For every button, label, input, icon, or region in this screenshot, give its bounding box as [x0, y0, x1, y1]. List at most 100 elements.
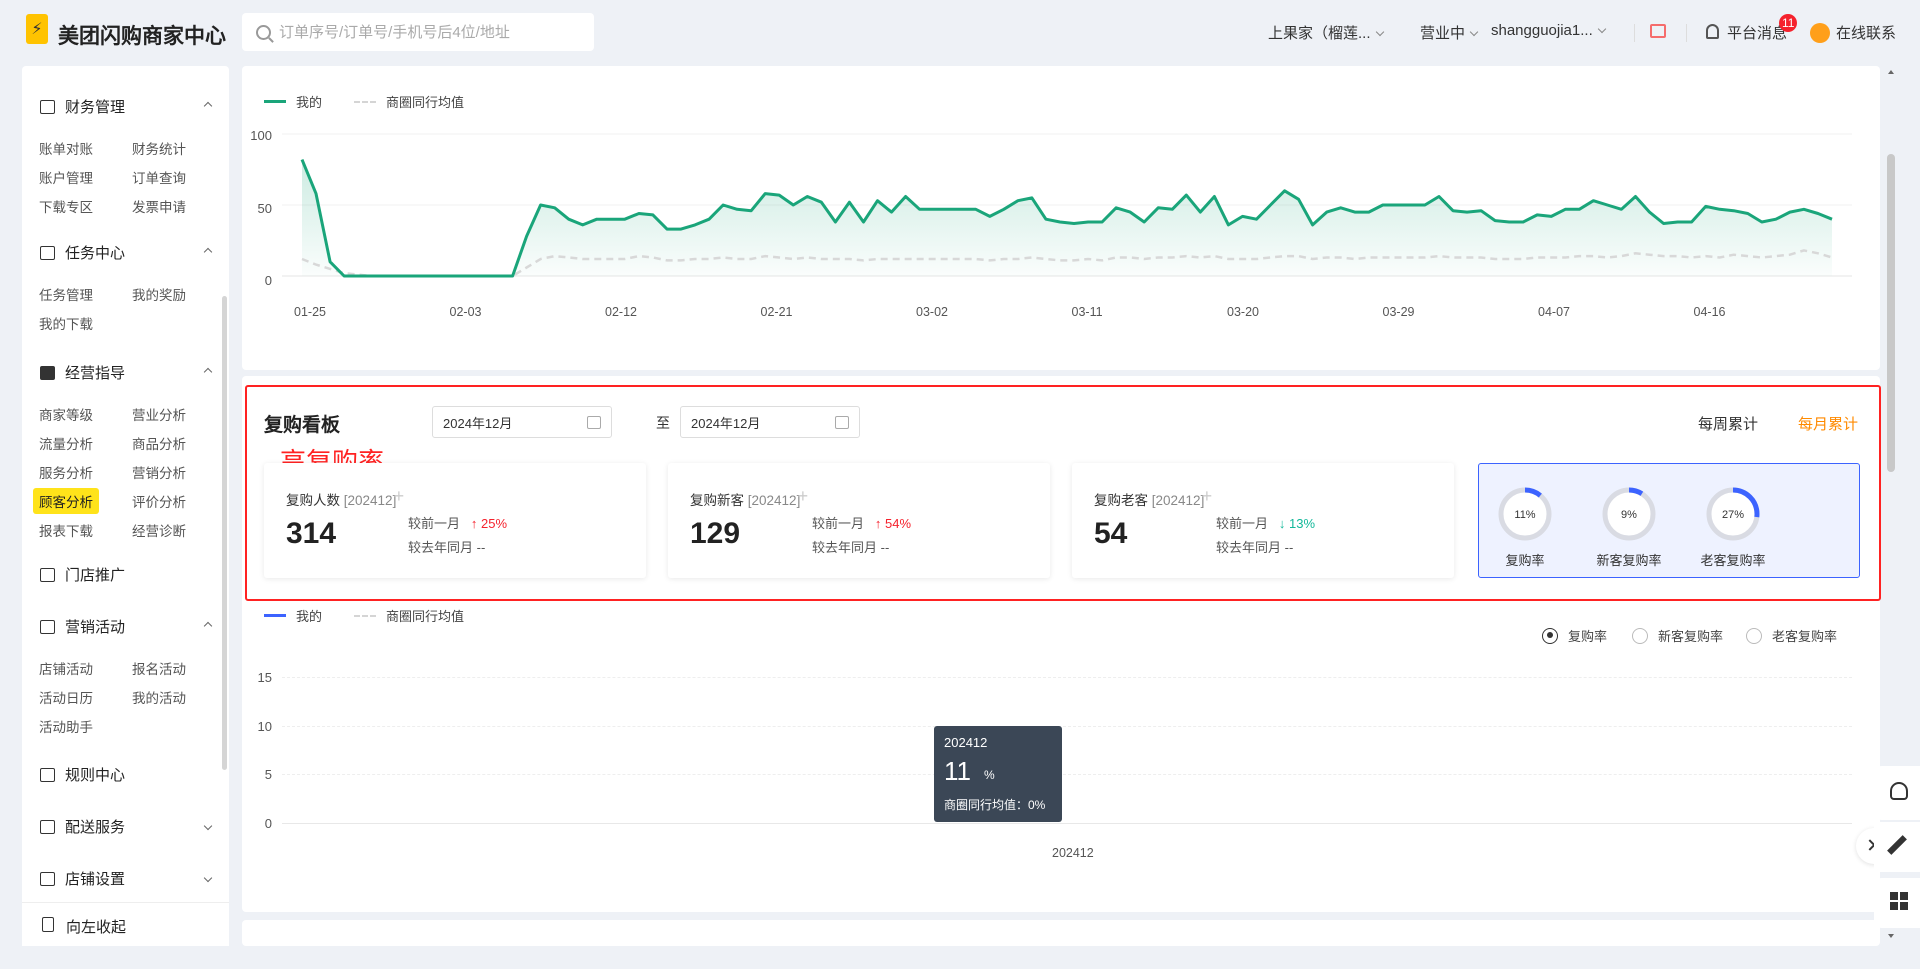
task-icon: [40, 245, 55, 260]
scroll-up-icon[interactable]: [1888, 70, 1894, 74]
sidebar-link[interactable]: 活动助手: [39, 716, 93, 736]
sidebar-link[interactable]: 我的活动: [132, 687, 186, 707]
sidebar-section-5[interactable]: 规则中心: [40, 764, 125, 785]
sidebar-link[interactable]: 财务统计: [132, 138, 186, 158]
next-panel: [242, 920, 1880, 946]
sidebar-link[interactable]: 账单对账: [39, 138, 93, 158]
sidebar-section-title: 任务中心: [65, 245, 126, 262]
y-tick: 10: [257, 719, 272, 734]
tooltip-unit: %: [984, 768, 995, 782]
account-selector[interactable]: shangguojia1...: [1491, 22, 1606, 39]
y-tick: 100: [250, 128, 272, 143]
grid-icon: [1900, 892, 1908, 900]
sidebar-link[interactable]: 评价分析: [132, 491, 186, 511]
message-count-badge: 11: [1779, 14, 1798, 32]
radio-dot[interactable]: [1746, 627, 1762, 644]
store-selector[interactable]: 上果家（榴莲...: [1268, 22, 1384, 43]
y-tick: 15: [257, 670, 272, 685]
sidebar-link[interactable]: 店铺活动: [39, 658, 93, 678]
chevron-down-icon: [1469, 27, 1479, 37]
sidebar-scrollbar[interactable]: [222, 296, 227, 770]
sidebar-section-1[interactable]: 任务中心: [40, 242, 125, 263]
sidebar-section-title: 配送服务: [65, 819, 126, 836]
chevron-up-icon[interactable]: [203, 621, 213, 631]
highlight-frame: [245, 385, 1881, 601]
top-trend-panel: 我的 商圈同行均值 100 50 0 01-25 02-03 02-12 02-21 0…: [242, 66, 1880, 370]
chevron-up-icon[interactable]: [203, 247, 213, 257]
sidebar-link[interactable]: 报表下载: [39, 520, 93, 540]
radio-repurchase-rate[interactable]: 复购率: [1542, 626, 1607, 645]
sidebar-link[interactable]: 经营诊断: [132, 520, 186, 540]
radio-dot[interactable]: [1632, 627, 1648, 644]
sidebar-section-7[interactable]: 店铺设置: [40, 868, 125, 889]
radio-new-customer-rate[interactable]: 新客复购率: [1632, 626, 1723, 645]
grid-icon: [1900, 902, 1908, 910]
chevron-up-icon[interactable]: [203, 367, 213, 377]
tooltip-value: 11: [944, 756, 971, 786]
sidebar-section-3[interactable]: 门店推广: [40, 564, 125, 585]
chevron-down-icon[interactable]: [203, 873, 213, 883]
legend-swatch: [264, 614, 286, 617]
grid-line: [282, 677, 1852, 678]
legend-mine[interactable]: 我的: [264, 606, 322, 625]
legend-mine[interactable]: 我的: [264, 92, 322, 111]
tooltip-avg: 商圈同行均值：0%: [944, 798, 1046, 812]
sidebar-link[interactable]: 顾客分析: [33, 488, 99, 514]
sidebar-section-2[interactable]: 经营指导: [40, 362, 125, 383]
printer-icon[interactable]: [1650, 24, 1666, 38]
sidebar-link[interactable]: 报名活动: [132, 658, 186, 678]
sidebar-link[interactable]: 我的奖励: [132, 284, 186, 304]
x-tick: 04-07: [1538, 305, 1570, 319]
trend-line-chart[interactable]: [282, 126, 1852, 286]
grid-line: [282, 774, 1852, 775]
sidebar-link[interactable]: 下载专区: [39, 196, 93, 216]
scroll-thumb[interactable]: [1887, 154, 1895, 472]
sidebar-link[interactable]: 任务管理: [39, 284, 93, 304]
sidebar-link[interactable]: 流量分析: [39, 433, 93, 453]
sidebar-link[interactable]: 服务分析: [39, 462, 93, 482]
platform-messages-link[interactable]: 平台消息: [1727, 22, 1787, 43]
sidebar-link[interactable]: 我的下载: [39, 313, 93, 333]
x-tick: 03-20: [1227, 305, 1259, 319]
status-selector[interactable]: 营业中: [1420, 22, 1479, 43]
search-box[interactable]: [242, 13, 594, 51]
bell-icon[interactable]: [1706, 24, 1719, 39]
sidebar-link[interactable]: 活动日历: [39, 687, 93, 707]
sidebar-collapse-bar[interactable]: 向左收起: [22, 902, 229, 946]
x-tick: 02-03: [449, 305, 482, 319]
chevron-up-icon[interactable]: [203, 101, 213, 111]
sidebar-section-4[interactable]: 营销活动: [40, 616, 125, 637]
sidebar-section-0[interactable]: 财务管理: [40, 96, 125, 117]
y-tick: 0: [264, 273, 272, 288]
sidebar-section-title: 规则中心: [65, 767, 126, 784]
sidebar-link[interactable]: 账户管理: [39, 167, 93, 187]
y-tick: 0: [264, 816, 272, 831]
radio-dot[interactable]: [1542, 627, 1558, 644]
search-input[interactable]: [279, 23, 579, 41]
chat-icon[interactable]: [1810, 23, 1830, 43]
online-contact-link[interactable]: 在线联系: [1836, 22, 1896, 43]
x-tick: 02-21: [760, 305, 793, 319]
legend-avg[interactable]: 商圈同行均值: [354, 606, 464, 625]
sidebar-link[interactable]: 营业分析: [132, 404, 186, 424]
x-tick: 202412: [1052, 846, 1094, 860]
page-scrollbar[interactable]: [1884, 66, 1898, 946]
sidebar-link[interactable]: 营销分析: [132, 462, 186, 482]
scroll-down-icon[interactable]: [1888, 934, 1894, 938]
sidebar-link[interactable]: 商品分析: [132, 433, 186, 453]
lightning-bag-logo-icon: ⚡: [26, 14, 48, 44]
y-tick: 50: [257, 201, 272, 216]
sidebar-link[interactable]: 发票申请: [132, 196, 186, 216]
sidebar-link[interactable]: 订单查询: [132, 167, 186, 187]
legend-avg[interactable]: 商圈同行均值: [354, 92, 464, 111]
chevron-down-icon[interactable]: [203, 821, 213, 831]
divider: [1686, 24, 1687, 42]
collapse-icon: [42, 917, 54, 932]
series-area-mine: [302, 159, 1832, 276]
sidebar-section-6[interactable]: 配送服务: [40, 816, 125, 837]
sidebar-link[interactable]: 商家等级: [39, 404, 93, 424]
radio-old-customer-rate[interactable]: 老客复购率: [1746, 626, 1837, 645]
x-tick: 03-02: [916, 305, 948, 319]
tooltip-period: 202412: [944, 735, 988, 750]
chart-tooltip: 202412 11 % 商圈同行均值：0%: [934, 726, 1062, 822]
